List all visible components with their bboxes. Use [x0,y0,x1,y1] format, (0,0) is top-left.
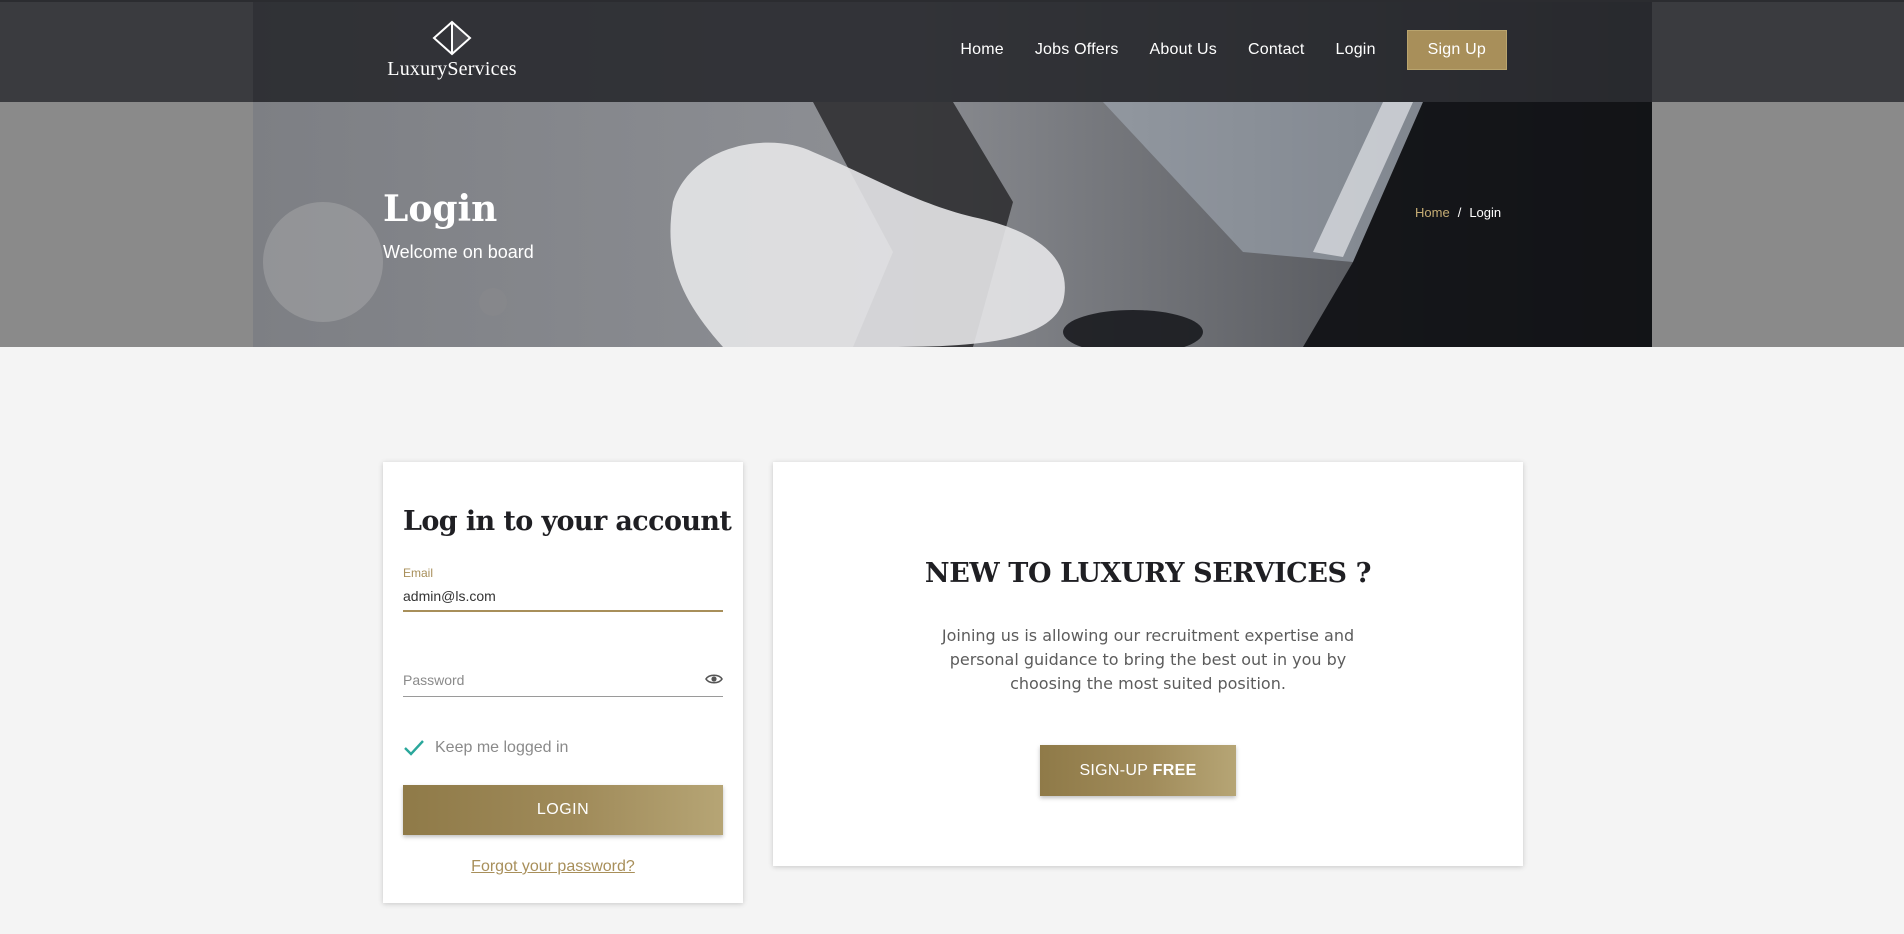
signup-free-button[interactable]: SIGN-UP FREE [1040,745,1236,796]
password-field[interactable] [403,665,693,695]
signup-description: Joining us is allowing our recruitment e… [941,626,1355,693]
main-nav: Home Jobs Offers About Us Contact Login … [960,30,1652,70]
page-title: Login [383,188,498,230]
login-card: Log in to your account Email Keep me log… [383,462,743,903]
nav-home[interactable]: Home [960,41,1003,59]
breadcrumb-separator: / [1457,205,1462,220]
diamond-icon [432,20,472,56]
brand-name: LuxuryServices [387,58,517,80]
keep-logged-in-row[interactable]: Keep me logged in [403,739,568,757]
hero-side-left [0,102,253,347]
password-field-wrapper [403,665,723,697]
keep-logged-in-label: Keep me logged in [435,739,569,756]
login-title: Log in to your account [403,506,732,537]
breadcrumb: Home / Login [1415,205,1501,220]
navbar: LuxuryServices Home Jobs Offers About Us… [253,2,1652,102]
signup-title: NEW TO LUXURY SERVICES ? [924,558,1372,589]
signup-button-bold: FREE [1152,761,1197,779]
email-field[interactable] [403,582,723,612]
breadcrumb-current: Login [1469,205,1502,220]
nav-signup-button[interactable]: Sign Up [1406,30,1507,70]
breadcrumb-home[interactable]: Home [1415,205,1450,220]
eye-icon[interactable] [705,673,723,685]
email-label: Email [403,566,434,580]
hero-side-right [1652,102,1904,347]
nav-contact[interactable]: Contact [1248,41,1305,59]
nav-about-us[interactable]: About Us [1150,41,1217,59]
nav-login[interactable]: Login [1336,41,1376,59]
login-button[interactable]: LOGIN [403,785,723,835]
forgot-password-link[interactable]: Forgot your password? [383,858,723,876]
page-subtitle: Welcome on board [383,242,534,262]
brand-logo[interactable]: LuxuryServices [382,20,522,81]
signup-card: NEW TO LUXURY SERVICES ? Joining us is a… [773,462,1523,866]
signup-button-prefix: SIGN-UP [1079,761,1148,779]
checkmark-icon[interactable] [403,739,425,757]
nav-jobs-offers[interactable]: Jobs Offers [1035,41,1119,59]
